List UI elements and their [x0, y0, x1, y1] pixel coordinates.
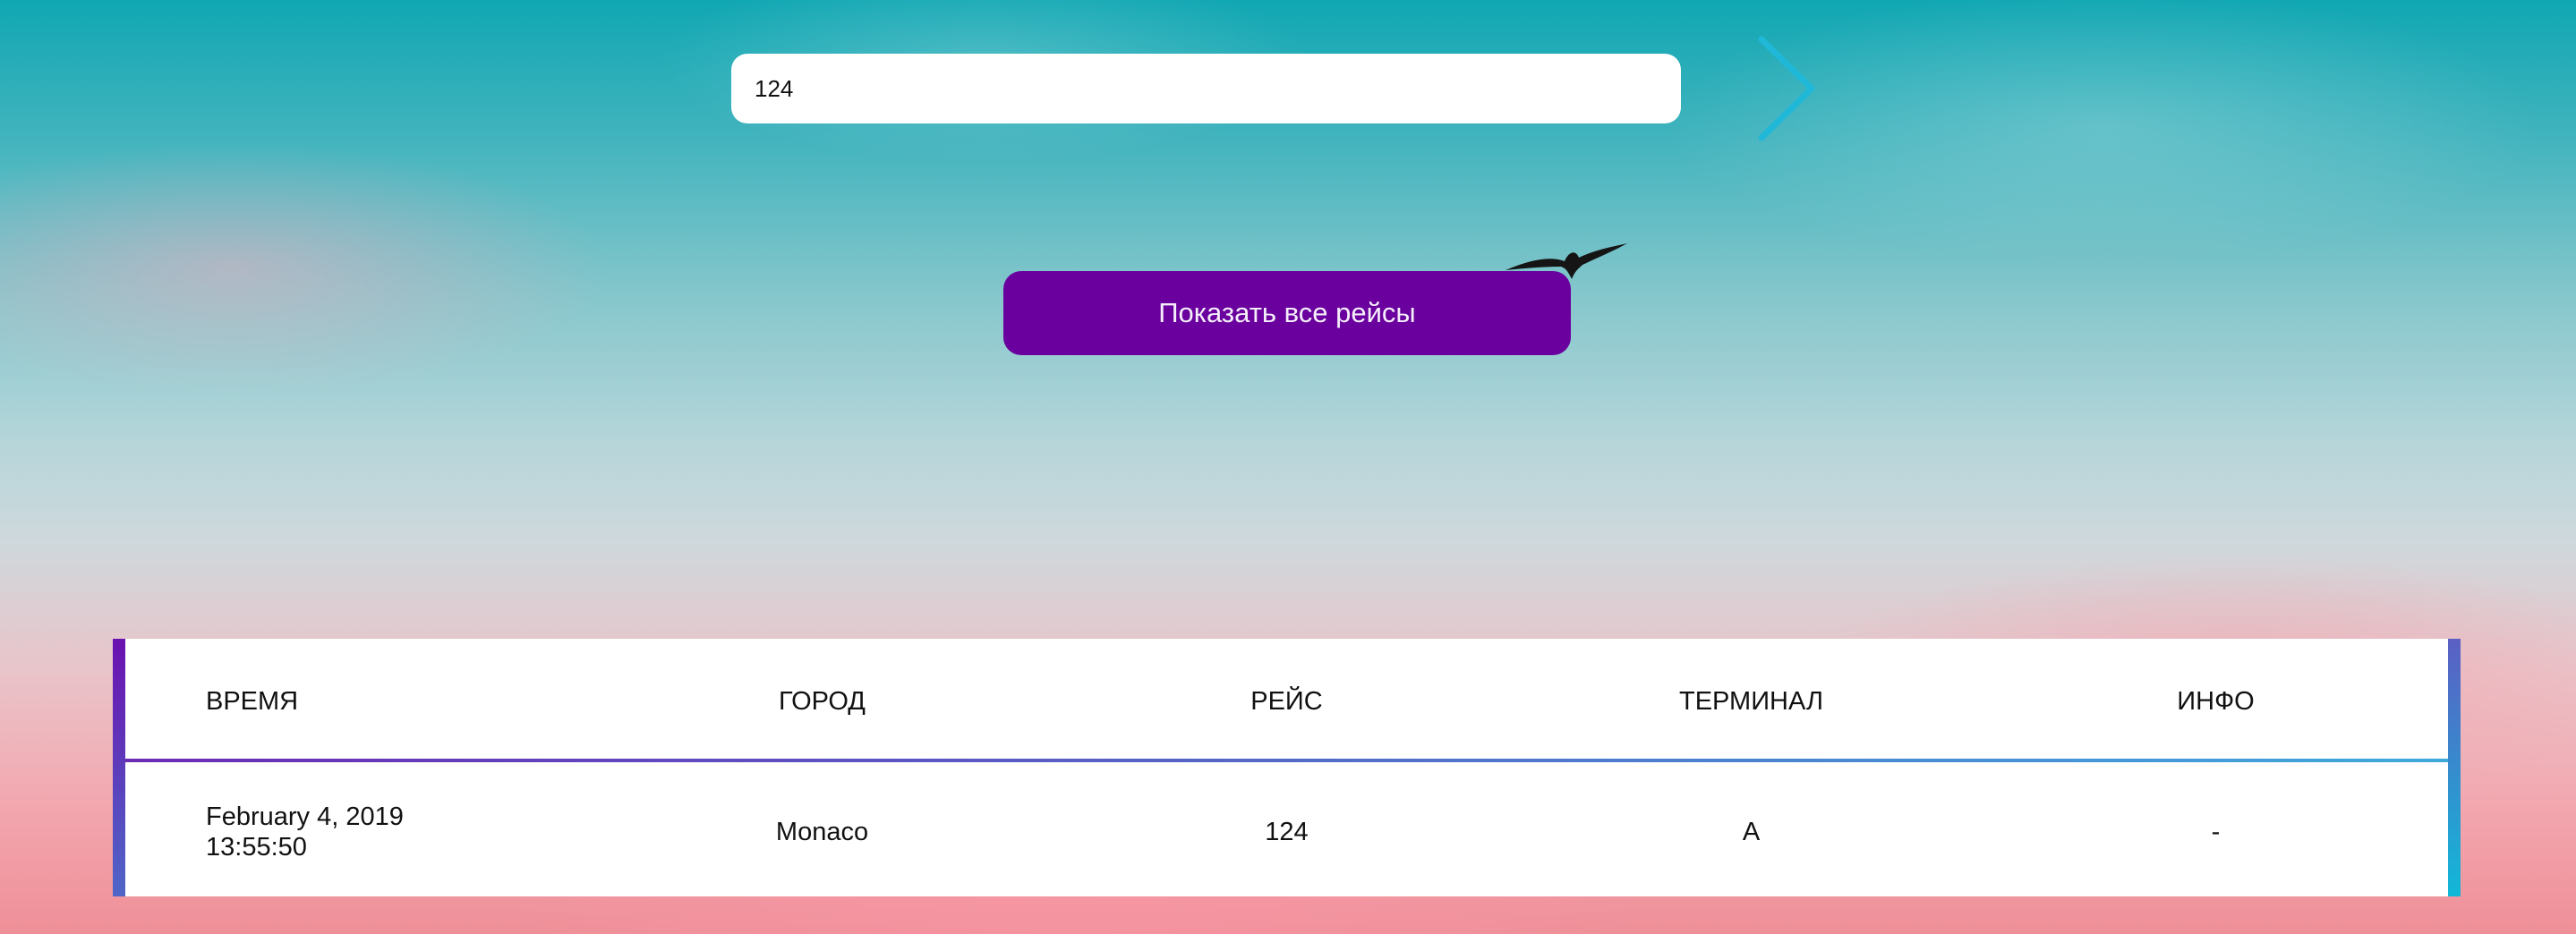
column-header-time: ВРЕМЯ [206, 686, 299, 716]
show-all-flights-button[interactable]: Показать все рейсы [1003, 271, 1571, 355]
chevron-right-icon[interactable] [1754, 34, 1821, 143]
flights-table: ВРЕМЯ ГОРОД РЕЙС ТЕРМИНАЛ ИНФО February … [125, 639, 2448, 896]
cell-time: February 4, 2019 13:55:50 [125, 766, 590, 896]
column-header-terminal: ТЕРМИНАЛ [1678, 686, 1824, 716]
column-header-flight: РЕЙС [1250, 686, 1323, 716]
column-header-info: ИНФО [2177, 686, 2255, 716]
flights-table-container: ВРЕМЯ ГОРОД РЕЙС ТЕРМИНАЛ ИНФО February … [113, 639, 2461, 896]
cell-info: - [2211, 817, 2221, 846]
flight-search-input[interactable] [731, 54, 1681, 123]
table-row: February 4, 2019 13:55:50 Monaco 124 A - [125, 766, 2448, 896]
cell-city: Monaco [775, 817, 869, 846]
column-header-city: ГОРОД [779, 686, 866, 716]
cell-terminal: A [1742, 817, 1761, 846]
cell-time-text: 13:55:50 [206, 833, 307, 862]
table-header-row: ВРЕМЯ ГОРОД РЕЙС ТЕРМИНАЛ ИНФО [125, 639, 2448, 766]
cell-date-text: February 4, 2019 [206, 802, 404, 831]
cell-flight: 124 [1265, 817, 1309, 846]
